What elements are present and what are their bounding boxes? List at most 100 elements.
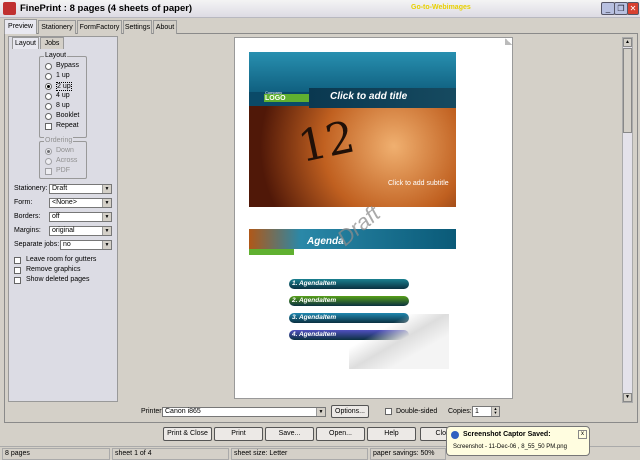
agenda-item: 2. AgendaItem (289, 296, 409, 306)
chevron-down-icon: ▼ (102, 185, 111, 193)
help-button[interactable]: Help (367, 427, 416, 441)
option-down: Down (56, 147, 74, 154)
tab-preview[interactable]: Preview (4, 19, 37, 34)
slide-title-text: Click to add title (330, 91, 408, 102)
chevron-down-icon: ▼ (102, 227, 111, 235)
radio-4-up[interactable] (45, 93, 52, 100)
borders-select[interactable]: off ▼ (49, 212, 112, 222)
title-bar: FinePrint : 8 pages (4 sheets of paper) … (0, 0, 640, 18)
save-button[interactable]: Save... (265, 427, 314, 441)
slide-subtitle-text: Click to add subtitle (388, 180, 449, 187)
toast-text: Screenshot - 11-Dec-06 , 8_55_50 PM.png (453, 444, 567, 450)
minimize-button[interactable]: _ (601, 2, 615, 15)
maximize-button[interactable]: ❐ (614, 2, 628, 15)
tab-formfactory[interactable]: FormFactory (77, 20, 122, 34)
toast-close-icon[interactable]: x (578, 430, 587, 439)
layout-group-label: Layout (44, 52, 68, 59)
borders-value: off (52, 213, 60, 220)
subtab-layout[interactable]: Layout (12, 37, 39, 49)
printer-value: Canon i865 (165, 408, 201, 415)
repeat-checkbox[interactable] (45, 123, 52, 130)
radio-booklet[interactable] (45, 113, 52, 120)
radio-across[interactable] (45, 158, 52, 165)
tab-about[interactable]: About (153, 20, 177, 34)
radio-1-up[interactable] (45, 73, 52, 80)
margins-label: Margins: (14, 227, 41, 234)
status-sheet: sheet 1 of 4 (112, 448, 229, 460)
double-sided-label: Double-sided (396, 408, 438, 415)
agenda-item: 1. AgendaItem (289, 279, 409, 289)
screenshot-notification[interactable]: Screenshot Captor Saved: x Screenshot - … (446, 426, 590, 456)
printer-label: Printer: (141, 408, 164, 415)
ordering-group: Ordering Down Across PDF (39, 137, 87, 179)
print-and-close-button[interactable]: Print & Close (163, 427, 212, 441)
option-4-up: 4 up (56, 92, 70, 99)
remove-graphics-checkbox[interactable] (14, 267, 21, 274)
radio-2-up[interactable] (45, 83, 52, 90)
subtab-jobs[interactable]: Jobs (40, 37, 64, 49)
copies-spinner[interactable]: ▲ ▼ (491, 407, 499, 416)
options-button[interactable]: Options... (331, 405, 369, 418)
chevron-down-icon: ▼ (316, 408, 325, 416)
tab-stationery[interactable]: Stationery (38, 20, 76, 34)
preview-page: 12 Company LOGO Click to add title Click… (234, 37, 513, 399)
radio-bypass[interactable] (45, 63, 52, 70)
option-bypass: Bypass (56, 62, 79, 69)
slide-title: 12 Company LOGO Click to add title Click… (249, 52, 456, 207)
copies-input[interactable]: 1 ▲ ▼ (472, 406, 500, 417)
radio-down[interactable] (45, 148, 52, 155)
option-booklet: Booklet (56, 112, 80, 119)
margins-select[interactable]: original ▼ (49, 226, 112, 236)
page-corner (505, 38, 512, 45)
borders-label: Borders: (14, 213, 41, 220)
close-window-button[interactable]: ✕ (627, 2, 639, 15)
stationery-value: Draft (52, 185, 68, 192)
form-label: Form: (14, 199, 33, 206)
slide-agenda: Agenda 1. AgendaItem 2. AgendaItem 3. Ag… (249, 229, 456, 384)
app-icon (3, 2, 16, 15)
toast-title: Screenshot Captor Saved: (463, 431, 551, 438)
repeat-label: Repeat (56, 122, 79, 129)
tab-settings[interactable]: Settings (123, 20, 152, 34)
scroll-down-icon[interactable]: ▼ (623, 393, 632, 402)
option-8-up: 8 up (56, 102, 70, 109)
margins-value: original (52, 227, 75, 234)
option-pdf: PDF (56, 167, 70, 174)
radio-8-up[interactable] (45, 103, 52, 110)
status-sheet-size: sheet size: Letter (231, 448, 368, 460)
copies-value: 1 (475, 408, 479, 415)
stationery-select[interactable]: Draft ▼ (49, 184, 112, 194)
chevron-down-icon: ▼ (102, 241, 111, 249)
status-paper-savings: paper savings: 50% (370, 448, 446, 460)
info-icon (451, 431, 459, 439)
logo-label: LOGO (265, 95, 286, 102)
option-across: Across (56, 157, 78, 164)
settings-panel: Layout Bypass 1 up 2 up 4 up 8 up Bookle… (8, 36, 118, 402)
open-button[interactable]: Open... (316, 427, 365, 441)
form-select[interactable]: <None> ▼ (49, 198, 112, 208)
double-sided-checkbox[interactable] (385, 408, 392, 415)
scroll-up-icon[interactable]: ▲ (623, 38, 632, 47)
option-2-up: 2 up (56, 82, 72, 91)
stationery-label: Stationery: (14, 185, 48, 192)
layout-group: Layout Bypass 1 up 2 up 4 up 8 up Bookle… (39, 52, 87, 138)
pdf-checkbox[interactable] (45, 168, 52, 175)
status-pages: 8 pages (2, 448, 110, 460)
printer-select[interactable]: Canon i865 ▼ (162, 407, 326, 417)
option-1-up: 1 up (56, 72, 70, 79)
gutters-checkbox[interactable] (14, 257, 21, 264)
copies-label: Copies: (448, 408, 472, 415)
preview-scrollbar[interactable]: ▲ ▼ (622, 37, 633, 403)
show-deleted-label: Show deleted pages (26, 276, 90, 283)
form-value: <None> (52, 199, 77, 206)
print-button[interactable]: Print (214, 427, 263, 441)
watermark: Go-to-Webimages (411, 4, 471, 11)
chevron-down-icon: ▼ (102, 213, 111, 221)
show-deleted-checkbox[interactable] (14, 277, 21, 284)
ordering-group-label: Ordering (44, 137, 74, 144)
remove-graphics-label: Remove graphics (26, 266, 81, 273)
pen-image (349, 314, 449, 369)
scroll-thumb[interactable] (623, 48, 632, 133)
separate-jobs-value: no (63, 241, 71, 248)
separate-jobs-select[interactable]: no ▼ (60, 240, 112, 250)
